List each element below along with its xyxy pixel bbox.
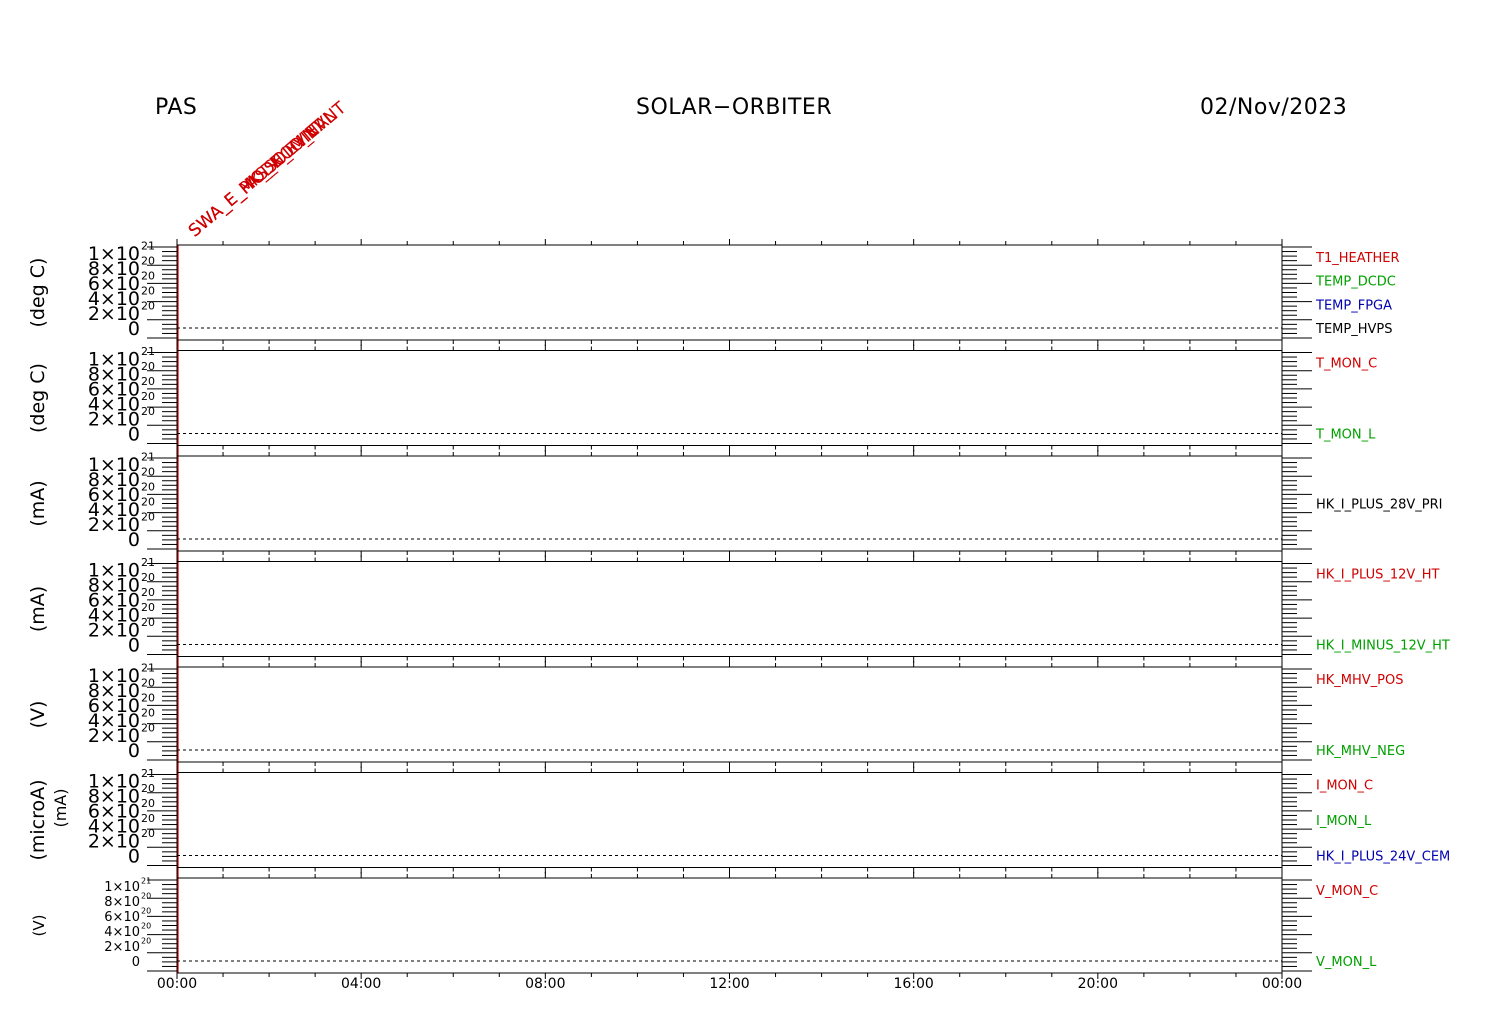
x-tick-label: 04:00 — [341, 976, 381, 992]
series-legend-label: T_MON_C — [1315, 357, 1377, 372]
series-legend-label: HK_I_PLUS_12V_HT — [1316, 568, 1440, 583]
y-tick-exponent: 20 — [141, 375, 155, 388]
panel-frame — [176, 244, 1283, 341]
y-tick-exponent: 20 — [141, 571, 155, 584]
series-legend-label: TEMP_DCDC — [1315, 275, 1396, 290]
y-tick-exponent: 20 — [141, 722, 155, 735]
y-tick-label: 4×10 — [104, 925, 140, 940]
series-legend-label: HK_I_PLUS_28V_PRI — [1316, 498, 1442, 513]
panel-frame — [176, 350, 1283, 446]
y-tick-exponent: 21 — [141, 345, 155, 358]
y-axis-label: (mA) — [51, 788, 70, 827]
y-tick-label: 1×10 — [104, 880, 140, 895]
y-tick-exponent: 20 — [141, 405, 155, 418]
y-tick-label: 1×10 — [88, 454, 140, 476]
x-tick-label: 16:00 — [893, 976, 933, 992]
y-tick-label: 1×10 — [88, 560, 140, 582]
series-legend-label: T_MON_L — [1315, 428, 1376, 443]
series-legend-label: TEMP_FPGA — [1315, 298, 1392, 313]
y-tick-exponent: 20 — [141, 360, 155, 373]
y-tick-label: 1×10 — [88, 771, 140, 793]
y-tick-exponent: 21 — [141, 240, 155, 253]
y-tick-exponent: 21 — [141, 451, 155, 464]
y-tick-exponent: 20 — [141, 586, 155, 599]
y-axis-label: (deg C) — [27, 258, 49, 328]
y-tick-exponent: 20 — [141, 300, 155, 313]
y-tick-label: 6×10 — [104, 910, 140, 925]
y-tick-label: 2×10 — [104, 940, 140, 955]
series-legend-label: T1_HEATHER — [1315, 251, 1400, 266]
series-legend-label: HK_I_MINUS_12V_HT — [1316, 639, 1450, 654]
series-legend-label: V_MON_C — [1316, 884, 1378, 899]
y-tick-exponent: 20 — [141, 812, 155, 825]
series-legend-label: TEMP_HVPS — [1315, 322, 1392, 337]
y-tick-exponent: 20 — [141, 496, 155, 509]
housekeeping-plot: 02×10 204×10 206×10 208×10 201×10 21(deg C) T1… — [27, 239, 1450, 992]
y-tick-exponent: 20 — [141, 677, 155, 690]
y-tick-exponent: 20 — [141, 922, 151, 931]
x-tick-label: 08:00 — [525, 976, 565, 992]
y-axis-label: (mA) — [27, 586, 49, 632]
y-tick-exponent: 20 — [141, 466, 155, 479]
x-tick-label: 12:00 — [709, 976, 749, 992]
y-tick-exponent: 20 — [141, 270, 155, 283]
y-tick-label: 0 — [132, 955, 140, 970]
series-legend-label: I_MON_C — [1316, 779, 1373, 794]
y-tick-exponent: 20 — [141, 390, 155, 403]
y-tick-exponent: 20 — [141, 285, 155, 298]
y-axis-label: (deg C) — [27, 363, 49, 433]
panel-frame — [176, 455, 1283, 552]
y-axis-label: (mA) — [27, 480, 49, 526]
y-tick-label: 8×10 — [104, 895, 140, 910]
panel-frame — [176, 561, 1283, 657]
y-tick-exponent: 21 — [141, 556, 155, 569]
series-legend-label: I_MON_L — [1316, 814, 1372, 829]
y-tick-exponent: 20 — [141, 707, 155, 720]
y-tick-exponent: 20 — [141, 601, 155, 614]
y-tick-label: 1×10 — [88, 243, 140, 265]
panel-frame — [176, 877, 1283, 974]
y-axis-label: (microA) — [27, 779, 49, 860]
y-tick-exponent: 20 — [141, 255, 155, 268]
y-tick-exponent: 20 — [141, 616, 155, 629]
y-tick-exponent: 21 — [141, 662, 155, 675]
y-tick-exponent: 20 — [141, 827, 155, 840]
y-tick-exponent: 20 — [141, 797, 155, 810]
series-legend-label: HK_MHV_NEG — [1316, 744, 1405, 759]
y-tick-label: 1×10 — [88, 349, 140, 371]
y-axis-label: (V) — [27, 701, 49, 729]
series-legend-label: HK_MHV_POS — [1316, 673, 1404, 688]
y-tick-label: 1×10 — [88, 665, 140, 687]
x-tick-label: 00:00 — [1262, 976, 1302, 992]
y-tick-exponent: 20 — [141, 692, 155, 705]
series-legend-label: V_MON_L — [1316, 955, 1377, 970]
series-legend-label: HK_I_PLUS_24V_CEM — [1316, 850, 1450, 865]
y-tick-exponent: 20 — [141, 782, 155, 795]
panel-frame — [176, 666, 1283, 763]
y-tick-exponent: 20 — [141, 511, 155, 524]
y-tick-exponent: 21 — [141, 767, 155, 780]
y-tick-exponent: 20 — [141, 937, 151, 946]
panel-frame — [176, 772, 1283, 868]
y-tick-exponent: 20 — [141, 892, 151, 901]
y-tick-exponent: 21 — [141, 877, 151, 886]
y-tick-exponent: 20 — [141, 907, 151, 916]
x-tick-label: 20:00 — [1078, 976, 1118, 992]
x-tick-label: 00:00 — [157, 976, 197, 992]
y-tick-exponent: 20 — [141, 481, 155, 494]
y-axis-label: (V) — [30, 915, 48, 937]
